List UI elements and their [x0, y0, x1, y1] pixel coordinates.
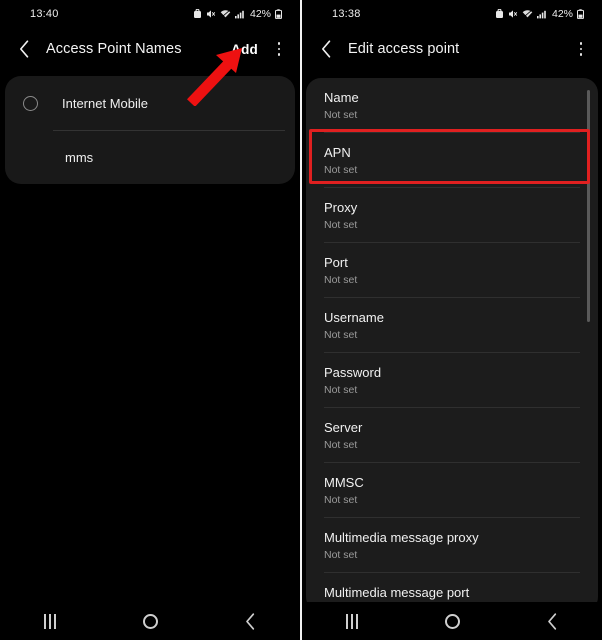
status-time: 13:40	[30, 8, 59, 20]
recents-icon[interactable]	[28, 608, 72, 634]
setting-title: Port	[324, 254, 348, 270]
app-bar: Access Point Names Add	[0, 28, 300, 70]
mute-icon	[206, 10, 216, 18]
alarm-icon	[495, 9, 503, 18]
battery-percent: 42%	[249, 8, 271, 20]
scrollbar-track[interactable]	[587, 84, 594, 606]
setting-value: Not set	[324, 493, 358, 506]
setting-row-apn[interactable]: APN Not set	[306, 133, 598, 187]
home-icon[interactable]	[128, 608, 172, 634]
setting-title: Server	[324, 419, 363, 435]
battery-icon	[577, 9, 584, 19]
dual-screenshot-container: 13:40 42% Access Point Names Add Interne…	[0, 0, 602, 640]
apn-list-card: Internet Mobile mms	[5, 76, 295, 184]
setting-title: MMSC	[324, 474, 364, 490]
status-time: 13:38	[332, 8, 361, 20]
setting-row-mmsc[interactable]: MMSC Not set	[306, 463, 598, 517]
status-bar: 13:38 42%	[302, 0, 602, 28]
setting-value: Not set	[324, 328, 358, 341]
setting-row-username[interactable]: Username Not set	[306, 298, 598, 352]
app-bar: Edit access point	[302, 28, 602, 70]
setting-title: Password	[324, 364, 382, 380]
setting-row-multimedia-message-proxy[interactable]: Multimedia message proxy Not set	[306, 518, 598, 572]
list-item[interactable]: mms	[5, 131, 295, 184]
battery-percent: 42%	[551, 8, 573, 20]
back-icon[interactable]	[530, 608, 574, 634]
setting-value: Not set	[324, 218, 358, 231]
android-nav-bar	[302, 602, 602, 640]
setting-title: Proxy	[324, 199, 358, 215]
battery-icon	[275, 9, 282, 19]
status-icons: 42%	[495, 8, 584, 20]
left-phone-screen: 13:40 42% Access Point Names Add Interne…	[0, 0, 300, 640]
status-icons: 42%	[193, 8, 282, 20]
setting-title: APN	[324, 144, 351, 160]
setting-value: Not set	[324, 438, 358, 451]
wifi-icon	[220, 9, 231, 18]
overflow-menu-icon[interactable]	[574, 38, 588, 60]
signal-icon	[536, 10, 546, 19]
overflow-menu-icon[interactable]	[272, 38, 286, 60]
page-title: Access Point Names	[46, 41, 182, 57]
status-bar: 13:40 42%	[0, 0, 300, 28]
setting-row-name[interactable]: Name Not set	[306, 78, 598, 132]
setting-title: Name	[324, 89, 359, 105]
list-item[interactable]: Internet Mobile	[5, 76, 295, 130]
setting-row-proxy[interactable]: Proxy Not set	[306, 188, 598, 242]
android-nav-bar	[0, 602, 300, 640]
setting-value: Not set	[324, 383, 358, 396]
setting-title: Username	[324, 309, 384, 325]
setting-value: Not set	[324, 163, 358, 176]
right-phone-screen: 13:38 42% Edit access point Name Not set	[302, 0, 602, 640]
setting-title: Multimedia message proxy	[324, 529, 479, 545]
add-button[interactable]: Add	[231, 42, 258, 57]
setting-value: Not set	[324, 273, 358, 286]
setting-title: Multimedia message port	[324, 584, 470, 600]
apn-name-label: mms	[65, 150, 94, 165]
setting-row-server[interactable]: Server Not set	[306, 408, 598, 462]
recents-icon[interactable]	[330, 608, 374, 634]
back-chevron-icon[interactable]	[14, 39, 34, 59]
edit-access-point-list: Name Not set APN Not set Proxy Not set P…	[306, 78, 598, 612]
setting-value: Not set	[324, 548, 358, 561]
signal-icon	[234, 10, 244, 19]
setting-row-password[interactable]: Password Not set	[306, 353, 598, 407]
apn-name-label: Internet Mobile	[62, 95, 148, 111]
setting-value: Not set	[324, 108, 358, 121]
scrollbar-thumb[interactable]	[587, 90, 590, 322]
radio-button[interactable]	[23, 95, 38, 111]
mute-icon	[508, 10, 518, 18]
back-icon[interactable]	[228, 608, 272, 634]
back-chevron-icon[interactable]	[316, 39, 336, 59]
home-icon[interactable]	[430, 608, 474, 634]
alarm-icon	[193, 9, 201, 18]
wifi-icon	[522, 9, 533, 18]
setting-row-port[interactable]: Port Not set	[306, 243, 598, 297]
page-title: Edit access point	[348, 41, 460, 57]
